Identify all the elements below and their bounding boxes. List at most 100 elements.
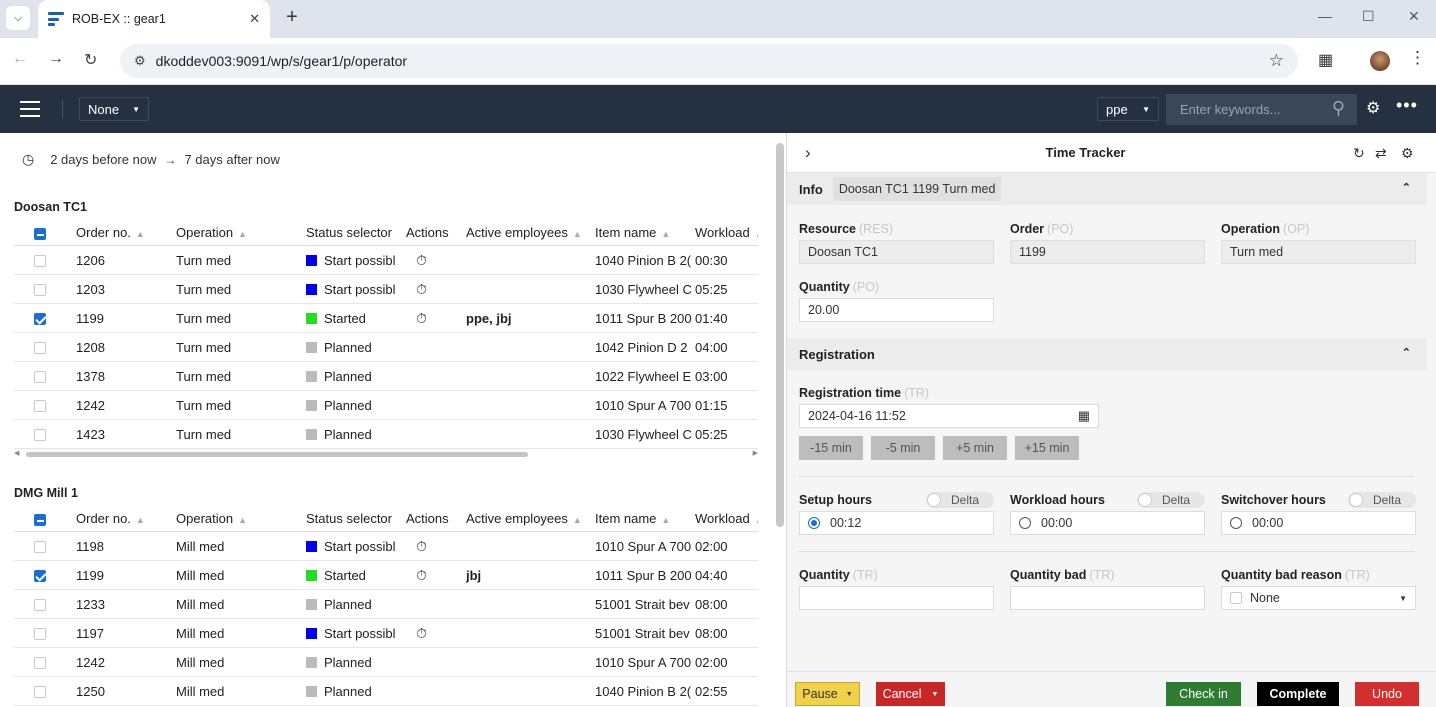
timespan-selector[interactable]: ◷ 2 days before now → 7 days after now bbox=[22, 151, 280, 168]
table-row[interactable]: 1378 Turn med Planned 1022 Flywheel E 03… bbox=[14, 362, 758, 391]
new-tab-button[interactable]: + bbox=[280, 6, 304, 30]
chevron-up-icon[interactable]: ⌃ bbox=[1402, 181, 1411, 194]
sort-icon[interactable]: ▲ bbox=[238, 515, 247, 525]
status-selector[interactable]: Planned bbox=[306, 655, 406, 670]
maximize-icon[interactable]: ☐ bbox=[1362, 8, 1375, 25]
table-row[interactable]: 1208 Turn med Planned 1042 Pinion D 2 04… bbox=[14, 333, 758, 362]
column-header[interactable]: Status selector bbox=[306, 225, 406, 240]
complete-button[interactable]: Complete bbox=[1257, 682, 1339, 706]
quantity-bad-reason-select[interactable]: None ▼ bbox=[1221, 586, 1416, 610]
table-row[interactable]: 1242 Turn med Planned 1010 Spur A 700 01… bbox=[14, 391, 758, 420]
switchover-delta-toggle[interactable]: Delta bbox=[1348, 492, 1416, 508]
bookmark-star-icon[interactable]: ☆ bbox=[1269, 51, 1284, 71]
stopwatch-icon[interactable]: ⏱ bbox=[416, 625, 427, 641]
setup-radio[interactable] bbox=[808, 517, 820, 529]
row-checkbox[interactable] bbox=[34, 313, 46, 326]
undo-button[interactable]: Undo bbox=[1355, 682, 1419, 706]
column-header[interactable]: Active employees ▲ bbox=[466, 511, 595, 526]
sort-icon[interactable]: ▲ bbox=[755, 229, 758, 239]
select-all-checkbox[interactable] bbox=[34, 513, 46, 526]
stopwatch-icon[interactable]: ⏱ bbox=[416, 281, 427, 297]
status-selector[interactable]: Planned bbox=[306, 427, 406, 442]
status-selector[interactable]: Planned bbox=[306, 597, 406, 612]
column-header[interactable]: Order no. ▲ bbox=[76, 225, 176, 240]
plus-15-min-button[interactable]: +15 min bbox=[1015, 436, 1079, 460]
hamburger-menu-icon[interactable] bbox=[20, 101, 40, 117]
row-checkbox[interactable] bbox=[34, 686, 46, 699]
calendar-icon[interactable]: ▦ bbox=[1078, 408, 1090, 424]
reload-icon[interactable]: ↻ bbox=[84, 50, 97, 70]
stopwatch-icon[interactable]: ⏱ bbox=[416, 538, 427, 554]
sort-icon[interactable]: ▲ bbox=[661, 229, 670, 239]
sync-icon[interactable]: ⇄ bbox=[1375, 145, 1387, 162]
minus-15-min-button[interactable]: -15 min bbox=[799, 436, 863, 460]
site-info-icon[interactable]: ⚙ bbox=[134, 53, 146, 69]
setup-hours-input[interactable]: 00:12 bbox=[799, 511, 994, 535]
horizontal-scrollbar[interactable]: ◀ ▶ bbox=[14, 450, 758, 459]
status-selector[interactable]: Start possibl bbox=[306, 282, 406, 297]
table-row[interactable]: 1199 Mill med Started ⏱ jbj 1011 Spur B … bbox=[14, 561, 758, 590]
stopwatch-icon[interactable]: ⏱ bbox=[416, 310, 427, 326]
tracker-settings-icon[interactable]: ⚙ bbox=[1401, 145, 1414, 162]
status-selector[interactable]: Started bbox=[306, 311, 406, 326]
more-options-icon[interactable]: ••• bbox=[1396, 95, 1418, 116]
status-selector[interactable]: Planned bbox=[306, 398, 406, 413]
chevron-up-icon[interactable]: ⌃ bbox=[1402, 346, 1411, 359]
status-selector[interactable]: Planned bbox=[306, 340, 406, 355]
status-selector[interactable]: Start possibl bbox=[306, 253, 406, 268]
status-selector[interactable]: Start possibl bbox=[306, 539, 406, 554]
switchover-hours-input[interactable]: 00:00 bbox=[1221, 511, 1416, 535]
stopwatch-icon[interactable]: ⏱ bbox=[416, 567, 427, 583]
info-section-header[interactable]: Info Doosan TC1 1199 Turn med ⌃ bbox=[787, 173, 1427, 205]
table-row[interactable]: 1233 Mill med Planned 51001 Strait bev 0… bbox=[14, 590, 758, 619]
registration-section-header[interactable]: Registration ⌃ bbox=[787, 338, 1427, 370]
status-selector[interactable]: Start possibl bbox=[306, 626, 406, 641]
pause-button[interactable]: Pause ▼ bbox=[795, 682, 860, 706]
sort-icon[interactable]: ▲ bbox=[661, 515, 670, 525]
status-selector[interactable]: Planned bbox=[306, 369, 406, 384]
column-header[interactable]: Status selector bbox=[306, 511, 406, 526]
sort-icon[interactable]: ▲ bbox=[136, 515, 145, 525]
search-input[interactable]: Enter keywords... ⚲ bbox=[1166, 94, 1357, 125]
back-icon[interactable]: ← bbox=[12, 50, 28, 68]
column-header[interactable]: Order no. ▲ bbox=[76, 511, 176, 526]
table-row[interactable]: 1242 Mill med Planned 1010 Spur A 700 02… bbox=[14, 648, 758, 677]
column-header[interactable]: Actions bbox=[406, 225, 466, 240]
column-header[interactable]: Workload▲ bbox=[695, 511, 758, 526]
status-selector[interactable]: Started bbox=[306, 568, 406, 583]
column-header[interactable]: Actions bbox=[406, 511, 466, 526]
close-tab-icon[interactable]: ✕ bbox=[249, 11, 260, 27]
workload-hours-input[interactable]: 00:00 bbox=[1010, 511, 1205, 535]
registration-time-input[interactable]: 2024-04-16 11:52 ▦ bbox=[799, 404, 1099, 428]
row-checkbox[interactable] bbox=[34, 599, 46, 612]
sort-icon[interactable]: ▲ bbox=[573, 229, 582, 239]
select-all-checkbox[interactable] bbox=[34, 227, 46, 240]
sort-icon[interactable]: ▲ bbox=[136, 229, 145, 239]
table-row[interactable]: 1423 Turn med Planned 1030 Flywheel C 05… bbox=[14, 420, 758, 449]
column-header[interactable]: Item name ▲ bbox=[595, 511, 695, 526]
row-checkbox[interactable] bbox=[34, 429, 46, 442]
sort-icon[interactable]: ▲ bbox=[238, 229, 247, 239]
profile-avatar[interactable] bbox=[1370, 51, 1390, 71]
reason-checkbox[interactable] bbox=[1230, 592, 1242, 604]
table-row[interactable]: 1197 Mill med Start possibl ⏱ 51001 Stra… bbox=[14, 619, 758, 648]
row-checkbox[interactable] bbox=[34, 371, 46, 384]
quantity-input[interactable] bbox=[799, 586, 994, 610]
table-row[interactable]: 1250 Mill med Planned 1040 Pinion B 2( 0… bbox=[14, 677, 758, 706]
column-header[interactable]: Operation ▲ bbox=[176, 511, 306, 526]
stopwatch-icon[interactable]: ⏱ bbox=[416, 252, 427, 268]
close-window-icon[interactable]: ✕ bbox=[1408, 8, 1420, 25]
sort-icon[interactable]: ▲ bbox=[755, 515, 758, 525]
switchover-radio[interactable] bbox=[1230, 517, 1242, 529]
row-checkbox[interactable] bbox=[34, 628, 46, 641]
row-checkbox[interactable] bbox=[34, 342, 46, 355]
table-row[interactable]: 1199 Turn med Started ⏱ ppe, jbj 1011 Sp… bbox=[14, 304, 758, 333]
check-in-button[interactable]: Check in bbox=[1166, 682, 1241, 706]
browser-tab[interactable]: ROB-EX :: gear1 ✕ bbox=[38, 0, 270, 38]
quantity-po-input[interactable]: 20.00 bbox=[799, 298, 994, 322]
browser-menu-icon[interactable]: ⋮ bbox=[1409, 48, 1426, 68]
table-row[interactable]: 1206 Turn med Start possibl ⏱ 1040 Pinio… bbox=[14, 246, 758, 275]
sort-icon[interactable]: ▲ bbox=[573, 515, 582, 525]
settings-gear-icon[interactable]: ⚙ bbox=[1366, 98, 1380, 118]
row-checkbox[interactable] bbox=[34, 570, 46, 583]
